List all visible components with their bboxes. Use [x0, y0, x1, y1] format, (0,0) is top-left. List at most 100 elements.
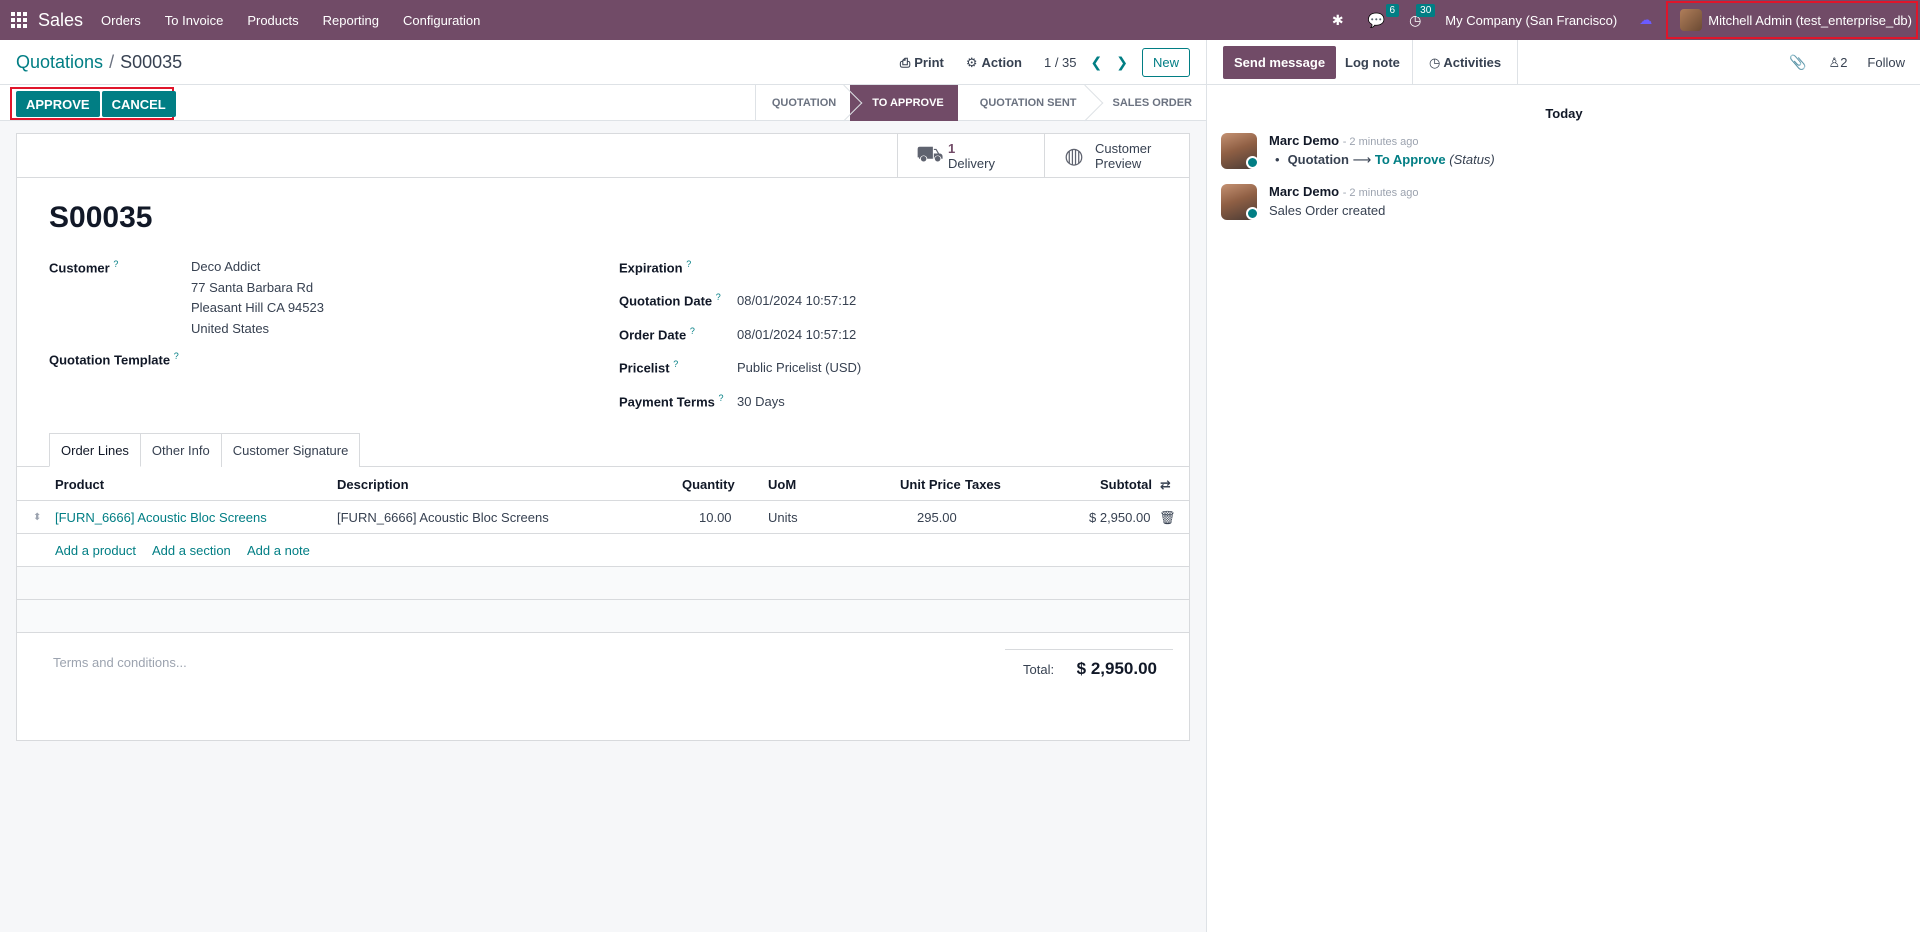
drag-handle-icon[interactable]: ⬍ [33, 512, 41, 523]
user-menu[interactable]: Mitchell Admin (test_enterprise_db) [1666, 1, 1918, 39]
bug-icon[interactable]: ✱ [1332, 12, 1344, 29]
activities-label: Activities [1443, 55, 1502, 70]
new-button[interactable]: New [1141, 48, 1190, 77]
arrow-right-icon: ⟶ [1352, 152, 1372, 167]
breadcrumb-separator: / [109, 52, 115, 72]
send-message-button[interactable]: Send message [1223, 46, 1337, 79]
highlighted-action-buttons: APPROVE CANCEL [10, 87, 176, 120]
expiration-label: Expiration ? [619, 259, 692, 276]
order-date-field[interactable]: 08/01/2024 10:57:12 [737, 327, 856, 342]
line-product[interactable]: [FURN_6666] Acoustic Bloc Screens [55, 510, 267, 525]
customer-preview-button[interactable]: ◍ Customer Preview [1044, 134, 1189, 177]
top-navbar: Sales Orders To Invoice Products Reporti… [0, 0, 1920, 40]
action-label: Action [981, 55, 1022, 70]
app-name[interactable]: Sales [38, 10, 83, 31]
payment-terms-field[interactable]: 30 Days [737, 394, 785, 409]
total-value: $ 2,950.00 [1076, 659, 1157, 678]
quotation-date-label: Quotation Date ? [619, 292, 721, 309]
online-status-icon [1246, 156, 1259, 169]
company-switcher[interactable]: My Company (San Francisco) [1445, 13, 1617, 28]
form-pane: Quotations / S00035 ⎙ Print ⚙ Action 1 / 35 … [0, 40, 1206, 932]
breadcrumb-quotations[interactable]: Quotations [16, 52, 103, 72]
clock-icon: ◷ [1429, 54, 1441, 70]
trash-icon[interactable]: 🗑 [1159, 510, 1176, 526]
activities-clock-icon[interactable]: ◷ 30 [1409, 3, 1436, 29]
line-description[interactable]: [FURN_6666] Acoustic Bloc Screens [337, 510, 549, 525]
customer-city: Pleasant Hill CA 94523 [191, 300, 324, 315]
menu-reporting[interactable]: Reporting [323, 13, 379, 28]
stage-pipeline: QUOTATION TO APPROVE QUOTATION SENT SALE… [754, 85, 1206, 121]
tab-customer-signature[interactable]: Customer Signature [220, 433, 361, 467]
paperclip-icon[interactable]: 📎 [1789, 54, 1806, 71]
col-subtotal[interactable]: Subtotal [1100, 477, 1152, 492]
menu-orders[interactable]: Orders [101, 13, 141, 28]
col-product[interactable]: Product [55, 477, 104, 492]
cloud-icon[interactable]: ☁ [1639, 12, 1652, 28]
tab-order-lines[interactable]: Order Lines [49, 433, 141, 467]
tracking-change: • Quotation ⟶ To Approve (Status) [1275, 152, 1495, 167]
add-line-row: Add a product Add a section Add a note [17, 534, 1189, 567]
message-body: Sales Order created [1269, 203, 1386, 218]
tracking-field-name: (Status) [1449, 152, 1495, 167]
col-quantity[interactable]: Quantity [682, 477, 735, 492]
online-status-icon [1246, 207, 1259, 220]
add-product-link[interactable]: Add a product [55, 543, 136, 558]
line-unit-price[interactable]: 295.00 [917, 510, 957, 525]
menu-products[interactable]: Products [247, 13, 298, 28]
customer-street: 77 Santa Barbara Rd [191, 280, 314, 295]
menu-configuration[interactable]: Configuration [403, 13, 480, 28]
log-note-button[interactable]: Log note [1345, 40, 1400, 85]
action-button[interactable]: ⚙ Action [966, 55, 1022, 71]
customer-name[interactable]: Deco Addict [191, 259, 260, 274]
col-uom[interactable]: UoM [768, 477, 796, 492]
user-name: Mitchell Admin (test_enterprise_db) [1708, 12, 1912, 28]
user-avatar [1680, 9, 1703, 31]
form-sheet: ⛟ 1 Delivery ◍ Customer Preview S00035 C… [16, 133, 1190, 741]
order-date-label: Order Date ? [619, 326, 695, 343]
control-panel: Quotations / S00035 ⎙ Print ⚙ Action 1 / 35 … [0, 40, 1206, 85]
table-row[interactable]: ⬍ [FURN_6666] Acoustic Bloc Screens [FUR… [17, 501, 1189, 534]
total-label: Total: [1023, 662, 1055, 677]
cancel-button[interactable]: CANCEL [101, 91, 176, 117]
follow-button[interactable]: Follow [1867, 55, 1905, 70]
help-icon: ? [686, 259, 692, 269]
pager-previous-icon[interactable]: ❮ [1091, 54, 1103, 71]
col-unit-price[interactable]: Unit Price [900, 477, 961, 492]
print-label: Print [914, 55, 944, 70]
activities-button[interactable]: ◷ Activities [1412, 40, 1519, 85]
quotation-date-field[interactable]: 08/01/2024 10:57:12 [737, 293, 856, 308]
add-section-link[interactable]: Add a section [152, 543, 231, 558]
help-icon: ? [689, 326, 695, 336]
messages-icon[interactable]: 💬 6 [1368, 3, 1400, 29]
col-description[interactable]: Description [337, 477, 409, 492]
messages-badge: 6 [1385, 3, 1400, 17]
chatter-panel: Send message Log note ◷ Activities 📎 ♙2 F… [1206, 40, 1920, 932]
gear-icon: ⚙ [965, 54, 978, 70]
menu-to-invoice[interactable]: To Invoice [165, 13, 224, 28]
terms-and-conditions-field[interactable]: Terms and conditions... [53, 655, 187, 670]
col-taxes[interactable]: Taxes [965, 477, 1001, 492]
pager-value[interactable]: 1 / 35 [1044, 55, 1077, 70]
approve-button[interactable]: APPROVE [16, 91, 100, 117]
line-uom[interactable]: Units [768, 510, 798, 525]
customer-label: Customer ? [49, 259, 119, 276]
line-quantity[interactable]: 10.00 [699, 510, 732, 525]
pricelist-field[interactable]: Public Pricelist (USD) [737, 360, 861, 375]
stage-quotation[interactable]: QUOTATION [754, 85, 850, 121]
app-menu-icon[interactable] [0, 0, 38, 40]
stage-sales-order[interactable]: SALES ORDER [1091, 85, 1206, 121]
print-button[interactable]: ⎙ Print [900, 55, 944, 71]
truck-icon: ⛟ [916, 141, 944, 166]
empty-row [17, 567, 1189, 600]
column-settings-icon[interactable]: ⇄ [1160, 477, 1171, 493]
person-icon: ♙ [1828, 54, 1841, 70]
stage-to-approve[interactable]: TO APPROVE [850, 85, 958, 121]
followers-button[interactable]: ♙2 [1829, 55, 1848, 71]
preview-label-1: Customer [1095, 140, 1152, 156]
pager-next-icon[interactable]: ❯ [1116, 54, 1128, 71]
tab-other-info[interactable]: Other Info [139, 433, 222, 467]
stage-quotation-sent[interactable]: QUOTATION SENT [958, 85, 1091, 121]
message-author: Marc Demo - 2 minutes ago [1269, 184, 1419, 199]
delivery-smart-button[interactable]: ⛟ 1 Delivery [897, 134, 1044, 177]
add-note-link[interactable]: Add a note [247, 543, 310, 558]
